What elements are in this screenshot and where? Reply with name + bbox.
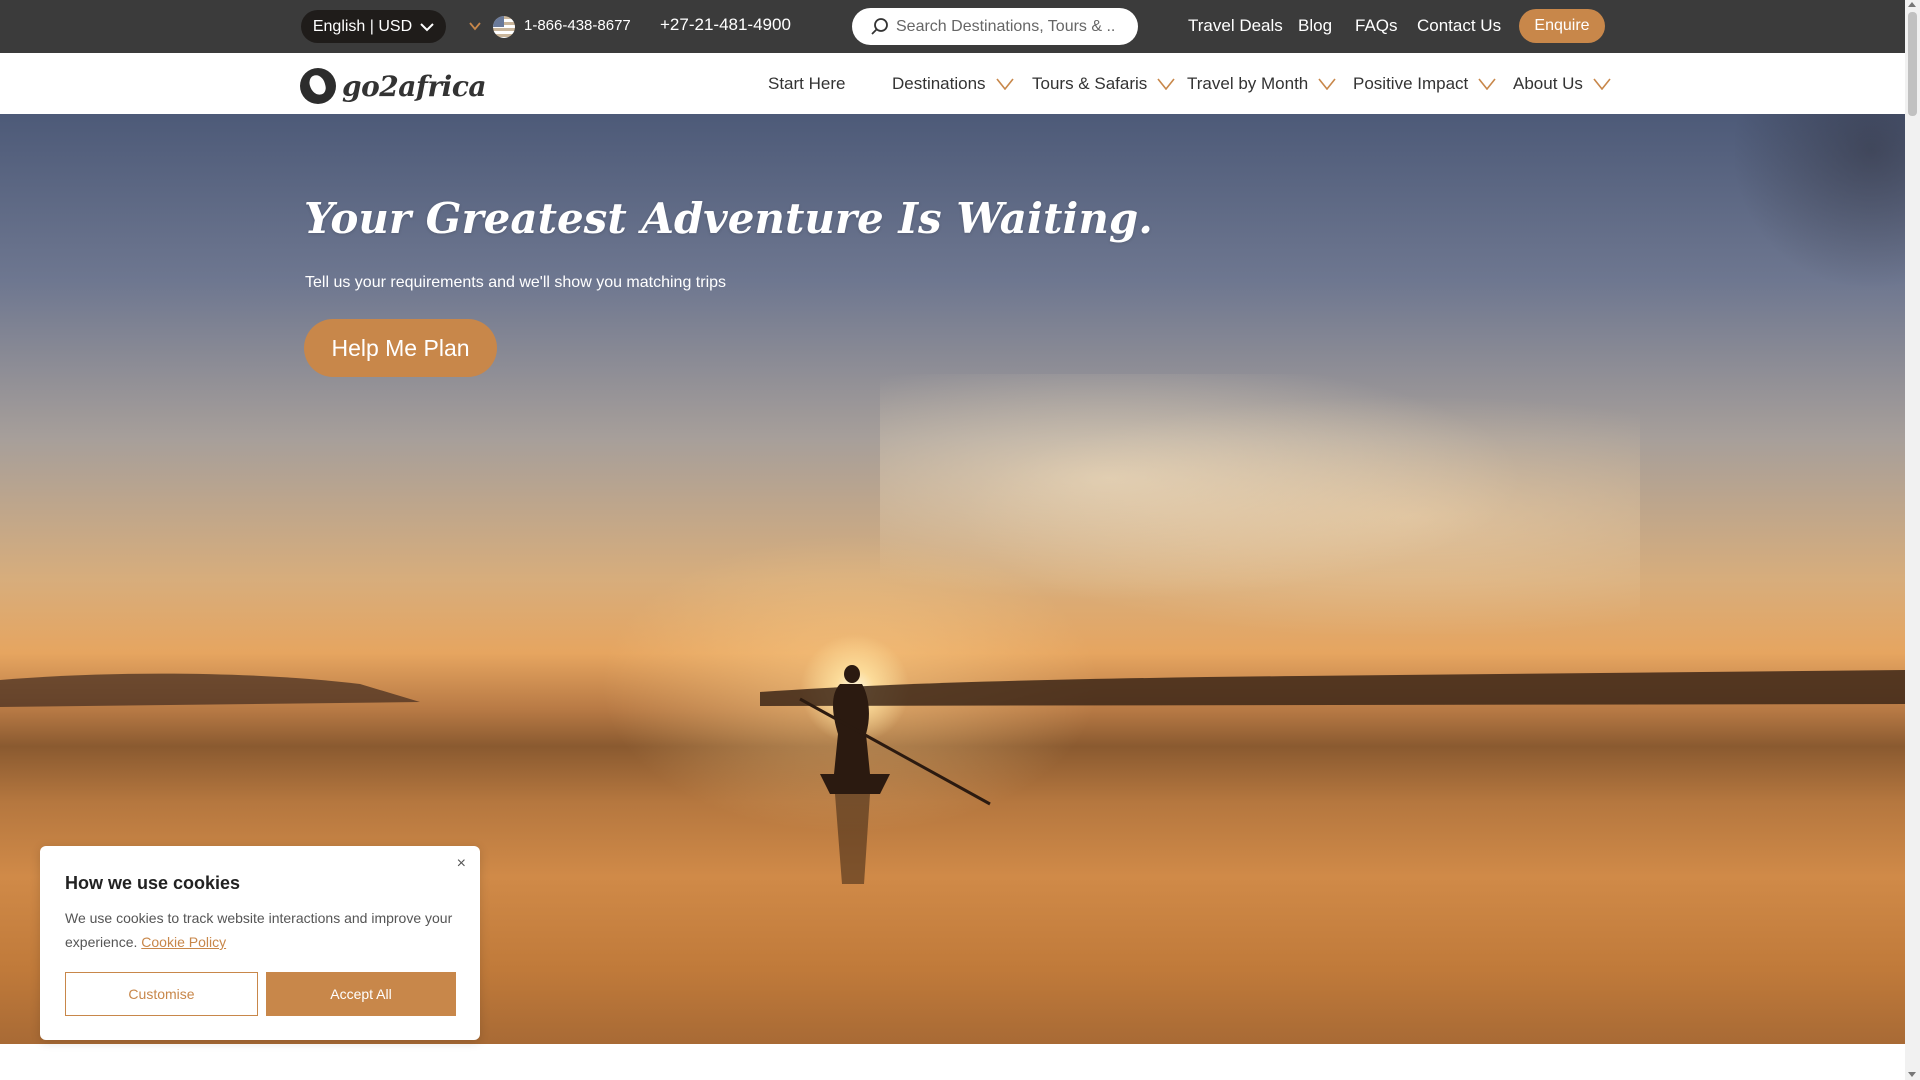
close-icon[interactable]: ×: [457, 855, 466, 873]
logo-text: go2africa: [342, 69, 487, 103]
chevron-down-icon: [420, 22, 434, 31]
africa-globe-icon: [300, 68, 336, 104]
nav-positive-impact[interactable]: Positive Impact: [1353, 74, 1496, 94]
nav-label: Tours & Safaris: [1032, 74, 1148, 93]
nav-label: Start Here: [768, 74, 846, 93]
faqs-link[interactable]: FAQs: [1355, 16, 1398, 36]
scroll-up-arrow-icon[interactable]: [1908, 2, 1916, 7]
accept-all-button[interactable]: Accept All: [266, 972, 456, 1016]
search-icon: [871, 17, 888, 35]
hero-title: Your Greatest Adventure Is Waiting.: [304, 194, 1153, 243]
language-currency-label: English | USD: [312, 17, 413, 35]
contact-us-link[interactable]: Contact Us: [1417, 16, 1501, 36]
boatman-silhouette: [799, 665, 991, 884]
chevron-down-icon: [995, 78, 1014, 90]
go2africa-logo[interactable]: go2africa: [300, 68, 487, 104]
hero-subtitle: Tell us your requirements and we'll show…: [305, 274, 727, 291]
us-flag-icon: [493, 16, 515, 38]
travel-deals-link[interactable]: Travel Deals: [1188, 16, 1283, 36]
phone-us[interactable]: 1-866-438-8677: [524, 17, 631, 34]
nav-about-us[interactable]: About Us: [1513, 74, 1611, 94]
nav-label: Travel by Month: [1187, 74, 1309, 93]
scroll-thumb[interactable]: [1908, 12, 1917, 116]
nav-label: Destinations: [892, 74, 986, 93]
cookie-policy-link[interactable]: Cookie Policy: [141, 934, 226, 950]
search-bar[interactable]: [852, 8, 1138, 45]
language-currency-selector[interactable]: English | USD: [301, 10, 446, 43]
nav-start-here[interactable]: Start Here: [768, 74, 845, 94]
cookie-title: How we use cookies: [65, 873, 241, 893]
top-utility-bar: English | USD 1-866-438-8677 +27-21-481-…: [0, 0, 1905, 53]
nav-destinations[interactable]: Destinations: [892, 74, 1014, 94]
scroll-down-arrow-icon[interactable]: [1908, 1072, 1916, 1077]
search-input[interactable]: [896, 17, 1116, 36]
customise-button[interactable]: Customise: [65, 972, 258, 1016]
phone-za[interactable]: +27-21-481-4900: [660, 15, 791, 35]
chevron-down-icon: [1318, 78, 1336, 90]
help-me-plan-button[interactable]: Help Me Plan: [304, 319, 497, 377]
chevron-down-icon: [1593, 78, 1611, 90]
main-navigation: go2africa Start Here Destinations Tours …: [0, 53, 1905, 114]
nav-label: Positive Impact: [1353, 74, 1469, 93]
chevron-down-icon: [1478, 78, 1496, 90]
cookie-consent-modal: × How we use cookies We use cookies to t…: [40, 846, 480, 1040]
nav-travel-by-month[interactable]: Travel by Month: [1187, 74, 1336, 94]
blog-link[interactable]: Blog: [1298, 16, 1332, 36]
cookie-body: We use cookies to track website interact…: [65, 906, 455, 954]
hero-tree-silhouette: [1735, 114, 1905, 294]
cookie-body-text: We use cookies to track website interact…: [65, 910, 453, 950]
page-scrollbar[interactable]: [1905, 0, 1920, 1080]
enquire-button[interactable]: Enquire: [1519, 9, 1605, 43]
nav-label: About Us: [1513, 74, 1583, 93]
phone-dropdown-chevron-icon[interactable]: [468, 19, 482, 33]
nav-tours-safaris[interactable]: Tours & Safaris: [1032, 74, 1175, 94]
chevron-down-icon: [1157, 78, 1175, 90]
